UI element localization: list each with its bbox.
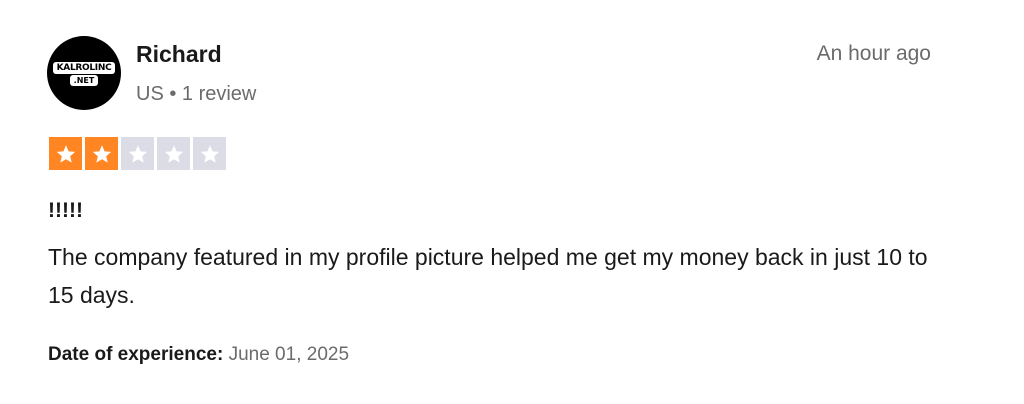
star-empty-icon [193,137,226,170]
star-empty-icon [157,137,190,170]
avatar-logo: KALROLINC .NET [51,60,117,86]
reviewer-meta: US • 1 review [136,83,257,105]
date-of-experience-label: Date of experience: [48,344,224,365]
review-timestamp: An hour ago [816,42,931,65]
date-of-experience: Date of experience: June 01, 2025 [48,342,349,368]
star-filled-icon [85,137,118,170]
avatar-logo-text-top: KALROLINC [53,62,115,74]
avatar[interactable]: KALROLINC .NET [47,36,121,110]
review-card: KALROLINC .NET Richard US • 1 review An … [0,0,1024,404]
review-body: The company featured in my profile pictu… [48,244,928,308]
star-rating [49,137,226,170]
date-of-experience-value: June 01, 2025 [228,344,350,365]
star-filled-icon [49,137,82,170]
star-empty-icon [121,137,154,170]
avatar-logo-text-bottom: .NET [70,75,98,86]
review-title[interactable]: !!!!! [48,198,83,224]
reviewer-name[interactable]: Richard [136,40,222,68]
